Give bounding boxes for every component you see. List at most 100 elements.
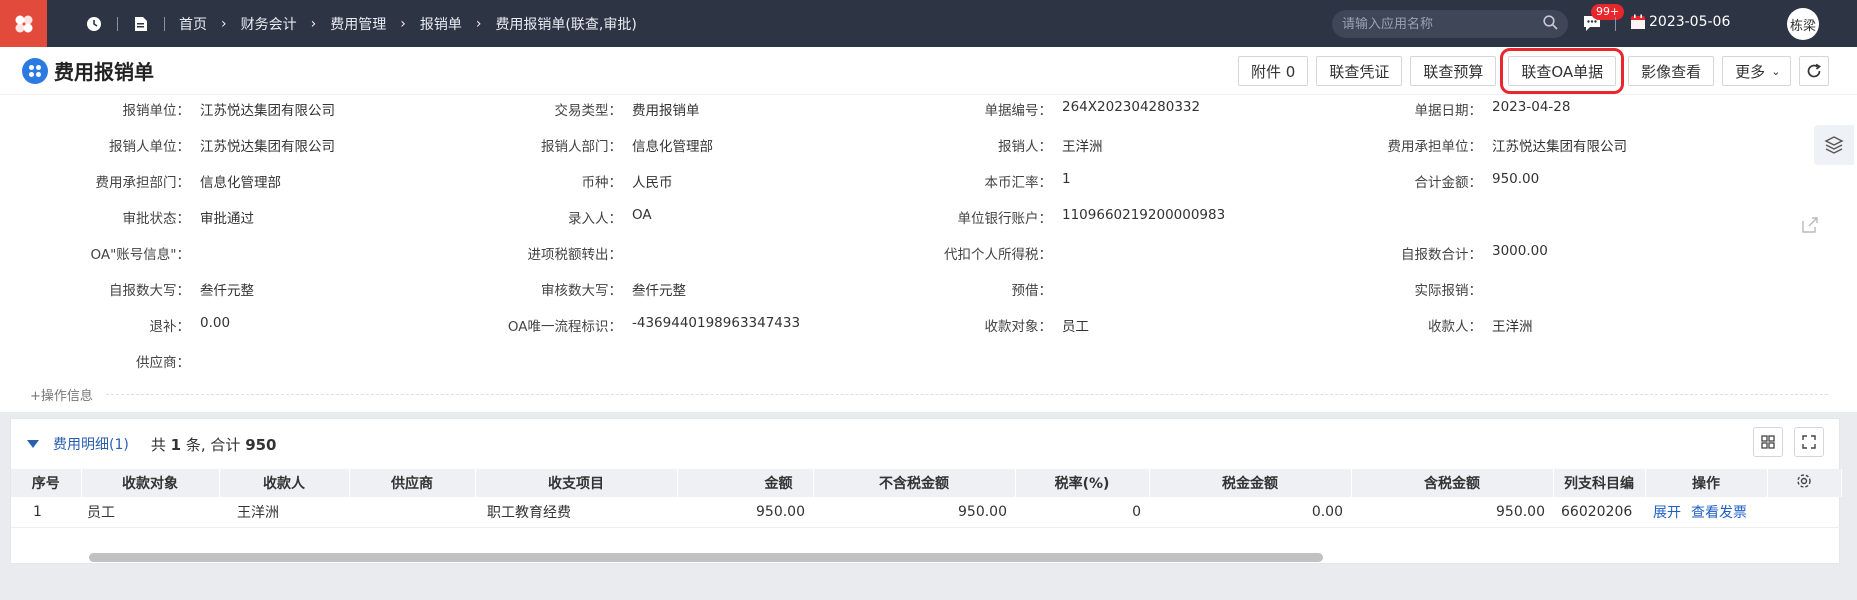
field-transaction-type: 交易类型： 费用报销单: [442, 99, 700, 119]
record-count: 共 1 条, 合计 950: [151, 434, 277, 455]
field-label: 单据日期：: [1414, 103, 1483, 119]
field-label: OA唯一流程标识：: [507, 319, 622, 335]
refresh-icon: [1808, 63, 1822, 78]
cell-supplier: [349, 497, 475, 528]
image-view-button[interactable]: 影像查看: [1628, 56, 1715, 86]
col-header[interactable]: 操作: [1645, 469, 1768, 497]
field-oa-account-info: OA"账号信息"：: [10, 243, 200, 263]
field-reimburse-unit: 报销单位： 江苏悦达集团有限公司: [10, 99, 336, 119]
message-badge: 99+: [1591, 4, 1625, 20]
collapse-triangle-icon[interactable]: [27, 440, 39, 448]
fullscreen-button[interactable]: [1794, 427, 1824, 457]
field-payee-type: 收款对象： 员工: [872, 315, 1090, 335]
field-value: 审批通过: [200, 211, 254, 227]
field-oa-flow-id: OA唯一流程标识： -4369440198963347433: [442, 315, 800, 335]
card-view-button[interactable]: [1753, 427, 1783, 457]
col-header[interactable]: 税率(%): [1015, 469, 1150, 497]
field-label: 收款对象：: [984, 319, 1053, 335]
field-label: 录入人：: [568, 211, 622, 227]
expand-link[interactable]: 展开: [1653, 505, 1681, 521]
field-value: 费用报销单: [632, 103, 700, 119]
field-self-report-total: 自报数合计： 3000.00: [1302, 243, 1548, 263]
view-invoice-link[interactable]: 查看发票: [1691, 505, 1747, 521]
col-header[interactable]: 收款对象: [81, 469, 220, 497]
field-label: 币种：: [581, 175, 623, 191]
field-value: 人民币: [632, 175, 673, 191]
field-label: 报销人单位：: [109, 139, 190, 155]
col-header[interactable]: 收款人: [219, 469, 350, 497]
grid-icon: [1761, 435, 1775, 449]
search-icon[interactable]: [1543, 14, 1558, 34]
cell-payee-type: 员工: [81, 497, 219, 528]
col-header[interactable]: 供应商: [349, 469, 476, 497]
cell-tax-rate: 0: [1015, 497, 1149, 528]
horizontal-scrollbar[interactable]: [89, 553, 1323, 562]
field-label: 实际报销：: [1414, 283, 1483, 299]
field-refund: 退补： 0.00: [10, 315, 231, 335]
table-row[interactable]: 1 员工 王洋洲 职工教育经费 950.00 950.00 0 0.00 950…: [11, 497, 1841, 528]
link-voucher-button[interactable]: 联查凭证: [1316, 56, 1403, 86]
breadcrumb-expense-mgmt[interactable]: 费用管理: [330, 14, 386, 34]
divider: [117, 16, 118, 31]
expense-detail-table: 序号 收款对象 收款人 供应商 收支项目 金额 不含税金额 税率(%) 税金金额…: [11, 469, 1842, 528]
app-logo[interactable]: [0, 0, 47, 47]
link-oa-document-button[interactable]: 联查OA单据: [1500, 48, 1625, 94]
field-value: 江苏悦达集团有限公司: [200, 139, 335, 155]
col-header[interactable]: 金额: [677, 469, 814, 497]
detail-title[interactable]: 费用明细(1): [53, 434, 129, 454]
field-approval-status: 审批状态： 审批通过: [10, 207, 255, 227]
user-avatar[interactable]: 栋梁: [1787, 8, 1819, 40]
date-display[interactable]: 2023-05-06: [1630, 14, 1730, 30]
page-title: 费用报销单: [54, 60, 154, 84]
col-header[interactable]: 含税金额: [1351, 469, 1554, 497]
breadcrumb-home[interactable]: 首页: [179, 14, 207, 34]
field-value: 0.00: [200, 315, 231, 331]
field-currency: 币种： 人民币: [442, 171, 673, 191]
breadcrumb-finance[interactable]: 财务会计: [241, 14, 297, 34]
field-value: 信息化管理部: [632, 139, 713, 155]
expense-detail-card: 费用明细(1) 共 1 条, 合计 950 序号 收款对象 收款人 供应商 收支…: [10, 418, 1842, 564]
share-button[interactable]: [1800, 215, 1820, 239]
history-icon[interactable]: [85, 15, 103, 33]
field-value: 江苏悦达集团有限公司: [200, 103, 335, 119]
field-label: 单位银行账户：: [957, 211, 1053, 227]
chevron-down-icon: ⌄: [1771, 64, 1781, 78]
document-icon[interactable]: [132, 15, 150, 33]
detail-header: 费用明细(1) 共 1 条, 合计 950: [11, 419, 1839, 469]
col-header[interactable]: 不含税金额: [813, 469, 1016, 497]
cell-amount-ex-tax: 950.00: [813, 497, 1015, 528]
field-bill-number: 单据编号： 264X202304280332: [872, 99, 1201, 119]
field-label: 预借：: [1011, 283, 1053, 299]
field-bill-date: 单据日期： 2023-04-28: [1302, 99, 1571, 119]
cell-amount: 950.00: [677, 497, 813, 528]
col-header[interactable]: 税金金额: [1149, 469, 1352, 497]
more-label: 更多: [1735, 62, 1766, 81]
link-budget-button[interactable]: 联查预算: [1410, 56, 1497, 86]
field-label: OA"账号信息"：: [90, 247, 190, 263]
app-search-box[interactable]: [1332, 10, 1568, 38]
column-settings-button[interactable]: [1767, 469, 1842, 497]
table-header-row: 序号 收款对象 收款人 供应商 收支项目 金额 不含税金额 税率(%) 税金金额…: [11, 469, 1842, 497]
field-label: 交易类型：: [554, 103, 623, 119]
col-header[interactable]: 列支科目编: [1553, 469, 1646, 497]
field-label: 自报数大写：: [109, 283, 190, 299]
field-label: 供应商：: [136, 355, 190, 371]
col-header[interactable]: 序号: [11, 469, 82, 497]
breadcrumb-reimbursement[interactable]: 报销单: [420, 14, 462, 34]
attachment-button[interactable]: 附件 0: [1238, 56, 1309, 86]
layers-panel-button[interactable]: [1814, 125, 1854, 165]
current-date: 2023-05-06: [1649, 14, 1731, 30]
count-total: 950: [245, 435, 277, 454]
field-label: 费用承担部门：: [95, 175, 191, 191]
more-button[interactable]: 更多 ⌄: [1722, 56, 1792, 86]
divider: [1615, 17, 1616, 31]
field-value: 950.00: [1492, 171, 1540, 187]
app-search-input[interactable]: [1342, 16, 1532, 32]
refresh-button[interactable]: [1799, 56, 1830, 86]
operation-info-toggle[interactable]: +操作信息: [30, 385, 93, 404]
col-header[interactable]: 收支项目: [475, 469, 678, 497]
field-cost-bearing-unit: 费用承担单位： 江苏悦达集团有限公司: [1302, 135, 1628, 155]
breadcrumb-current: 费用报销单(联查,审批): [495, 16, 637, 33]
cell-operations: 展开 查看发票: [1645, 497, 1841, 528]
cell-account-code: 66020206: [1553, 497, 1645, 528]
